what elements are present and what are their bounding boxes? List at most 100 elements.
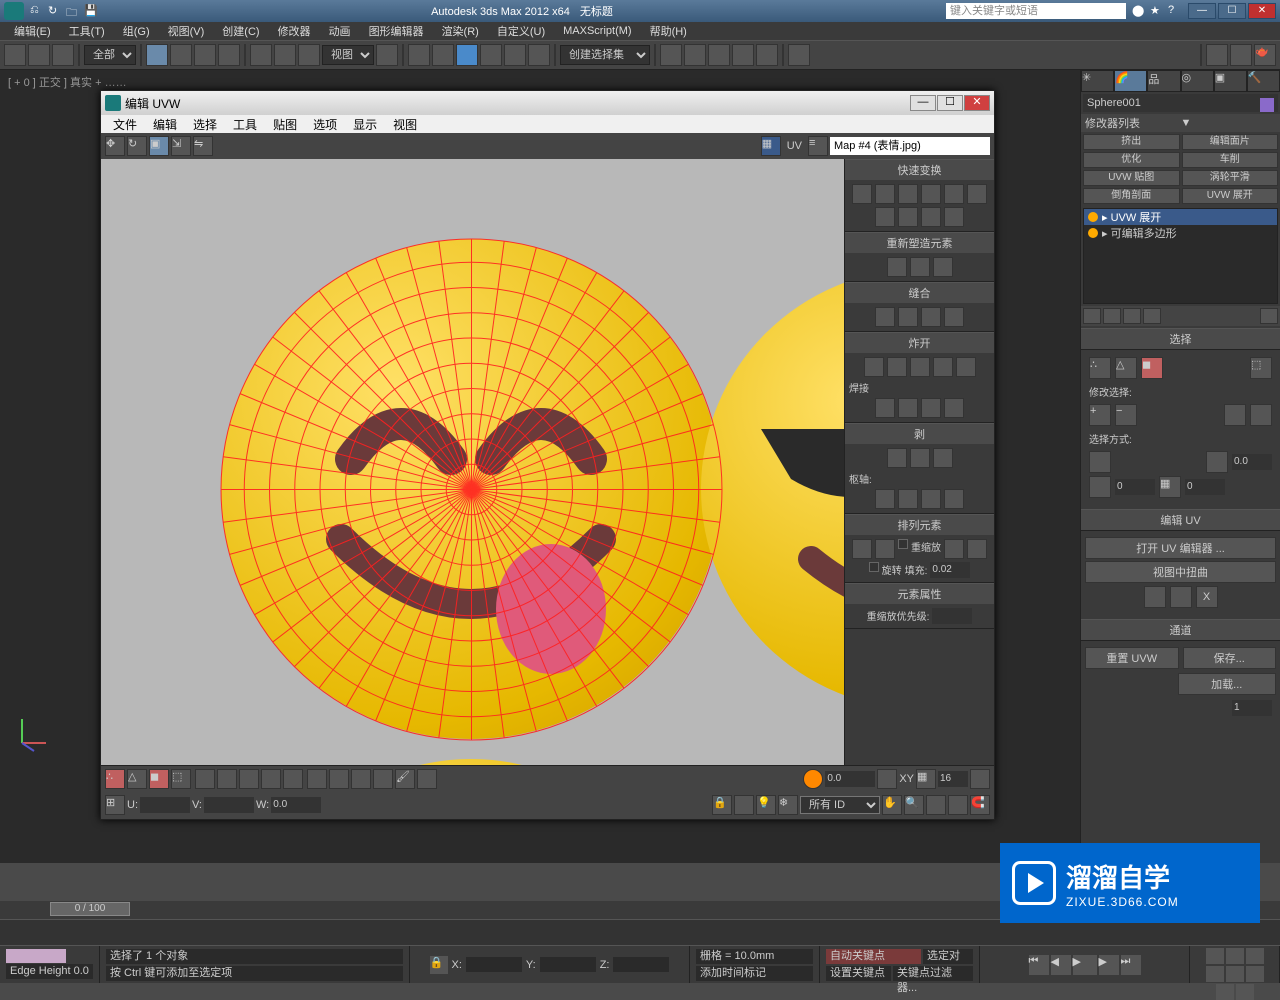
align-icon[interactable] — [684, 44, 706, 66]
manipulate-icon[interactable] — [408, 44, 430, 66]
menu-item[interactable]: 编辑 — [145, 115, 185, 133]
tool-icon[interactable] — [217, 769, 237, 789]
modify-tab[interactable]: 🌈 — [1114, 70, 1147, 92]
edge-height-field[interactable]: Edge Height 0.0 — [6, 964, 93, 979]
menu-item[interactable]: 自定义(U) — [489, 22, 553, 40]
prev-frame-icon[interactable]: ◀ — [1051, 955, 1071, 975]
uvw-bottom-toolbar[interactable]: ∴ △ ◼ ⬚ 🖌 0.0 XY ▦ 16 — [101, 765, 994, 819]
uv-wireframe[interactable] — [219, 237, 724, 742]
modifier-button[interactable]: 涡轮平滑 — [1182, 170, 1279, 186]
modifier-button[interactable]: 倒角剖面 — [1083, 188, 1180, 204]
select-tool[interactable] — [146, 44, 168, 66]
motion-tab[interactable]: ◎ — [1181, 70, 1214, 92]
color-swatch[interactable] — [6, 949, 66, 963]
modifier-button[interactable]: 优化 — [1083, 152, 1180, 168]
close-button[interactable]: ✕ — [964, 95, 990, 111]
pivot-icon[interactable] — [898, 489, 918, 509]
light-icon[interactable]: 💡 — [756, 795, 776, 815]
viewport[interactable]: [ + 0 ] 正交 ] 真实 + …… 编辑 UVW — ☐ ✕ 文件编辑选择… — [0, 70, 1080, 863]
lock-icon[interactable]: 🔒 — [712, 795, 732, 815]
pin-stack-icon[interactable] — [1083, 308, 1101, 324]
stitch-icon[interactable] — [921, 307, 941, 327]
weld-icon[interactable] — [875, 398, 895, 418]
break-icon[interactable] — [887, 357, 907, 377]
command-panel[interactable]: ✳ 🌈 品 ◎ ▣ 🔨 Sphere001 修改器列表▼ 挤出编辑面片优化车削U… — [1080, 70, 1280, 863]
edge-subobj[interactable]: △ — [127, 769, 147, 789]
relax-icon[interactable] — [933, 257, 953, 277]
rollout-header[interactable]: 快速变换 — [845, 159, 994, 180]
viewport-label[interactable]: [ + 0 ] 正交 ] 真实 + …… — [8, 74, 127, 90]
snow-icon[interactable]: ❄ — [778, 795, 798, 815]
move-icon[interactable]: ✥ — [105, 136, 125, 156]
layers-icon[interactable] — [708, 44, 730, 66]
matid-icon[interactable] — [1089, 476, 1111, 498]
window-crossing-icon[interactable] — [218, 44, 240, 66]
stitch-icon[interactable] — [875, 307, 895, 327]
align-icon[interactable] — [875, 184, 895, 204]
peel-icon[interactable] — [933, 448, 953, 468]
rollout-header[interactable]: 重新塑造元素 — [845, 232, 994, 253]
map-combo[interactable]: Map #4 (表情.jpg) — [830, 137, 990, 155]
auto-key-button[interactable]: 自动关键点 — [826, 949, 921, 964]
tool-icon[interactable] — [373, 769, 393, 789]
menu-item[interactable]: 工具(T) — [61, 22, 113, 40]
menu-item[interactable]: 修改器 — [270, 22, 319, 40]
menu-item[interactable]: 帮助(H) — [642, 22, 695, 40]
tool-icon[interactable] — [195, 769, 215, 789]
modifier-button[interactable]: 编辑面片 — [1182, 134, 1279, 150]
element-icon[interactable]: ⬚ — [1250, 357, 1272, 379]
stack-toolbar[interactable] — [1081, 306, 1280, 326]
spinner[interactable]: 0 — [1185, 479, 1225, 495]
checkbox[interactable] — [869, 562, 879, 572]
viewport-nav-icon[interactable] — [1226, 966, 1244, 982]
priority-spinner[interactable] — [932, 608, 972, 624]
command-panel-tabs[interactable]: ✳ 🌈 品 ◎ ▣ 🔨 — [1081, 70, 1280, 92]
relax-icon[interactable] — [910, 257, 930, 277]
named-selection-combo[interactable]: 创建选择集 — [560, 45, 650, 65]
planar-icon[interactable] — [1089, 451, 1111, 473]
rollout-header[interactable]: 排列元素 — [845, 514, 994, 535]
material-editor-icon[interactable] — [788, 44, 810, 66]
render-frame-icon[interactable] — [1230, 44, 1252, 66]
viewport-nav-icon[interactable] — [1246, 948, 1264, 964]
maximize-button[interactable]: ☐ — [937, 95, 963, 111]
selection-filter-combo[interactable]: 全部 — [84, 45, 136, 65]
align-icon[interactable] — [898, 184, 918, 204]
snap-toggle[interactable] — [456, 44, 478, 66]
align-icon[interactable] — [852, 184, 872, 204]
create-tab[interactable]: ✳ — [1081, 70, 1114, 92]
channel-spinner[interactable]: 1 — [1232, 700, 1272, 716]
viewport-nav-icon[interactable] — [1216, 984, 1234, 1000]
viewport-nav-icon[interactable] — [1226, 948, 1244, 964]
menu-item[interactable]: 图形编辑器 — [361, 22, 432, 40]
loop-icon[interactable] — [1250, 404, 1272, 426]
viewport-nav-icon[interactable] — [1236, 984, 1254, 1000]
rollout-header[interactable]: 剥 — [845, 423, 994, 444]
sg-icon[interactable]: ▦ — [1159, 476, 1181, 498]
lock-icon[interactable]: 🔒 — [430, 956, 448, 974]
edge-subobj[interactable]: △ — [1115, 357, 1137, 379]
hierarchy-tab[interactable]: 品 — [1147, 70, 1180, 92]
menu-item[interactable]: 编辑(E) — [6, 22, 59, 40]
rotate-cw-icon[interactable] — [967, 184, 987, 204]
modifier-stack-item[interactable]: ▸ 可编辑多边形 — [1084, 225, 1277, 241]
scale-tool[interactable] — [298, 44, 320, 66]
modifier-button[interactable]: UVW 贴图 — [1083, 170, 1180, 186]
face-subobj[interactable]: ◼ — [149, 769, 169, 789]
viewport-nav-icon[interactable] — [1246, 966, 1264, 982]
object-color-swatch[interactable] — [1260, 98, 1274, 112]
distortion-button[interactable]: 视图中扭曲 — [1085, 561, 1276, 583]
reset-uvw-button[interactable]: 重置 UVW — [1085, 647, 1179, 669]
rollout-header[interactable]: 选择 — [1081, 328, 1280, 350]
align-icon[interactable] — [944, 184, 964, 204]
freeform-icon[interactable]: ⇲ — [171, 136, 191, 156]
bulb-icon[interactable] — [1088, 212, 1098, 222]
curve-editor-icon[interactable] — [732, 44, 754, 66]
uvw-menubar[interactable]: 文件编辑选择工具贴图选项显示视图 — [101, 115, 994, 133]
tool-icon[interactable] — [261, 769, 281, 789]
grow-icon[interactable]: + — [1089, 404, 1111, 426]
modifier-buttons[interactable]: 挤出编辑面片优化车削UVW 贴图涡轮平滑倒角剖面UVW 展开 — [1081, 132, 1280, 206]
help-search[interactable]: 键入关键字或短语 — [946, 3, 1126, 19]
checker-icon[interactable]: ▦ — [761, 136, 781, 156]
tool-icon[interactable] — [329, 769, 349, 789]
